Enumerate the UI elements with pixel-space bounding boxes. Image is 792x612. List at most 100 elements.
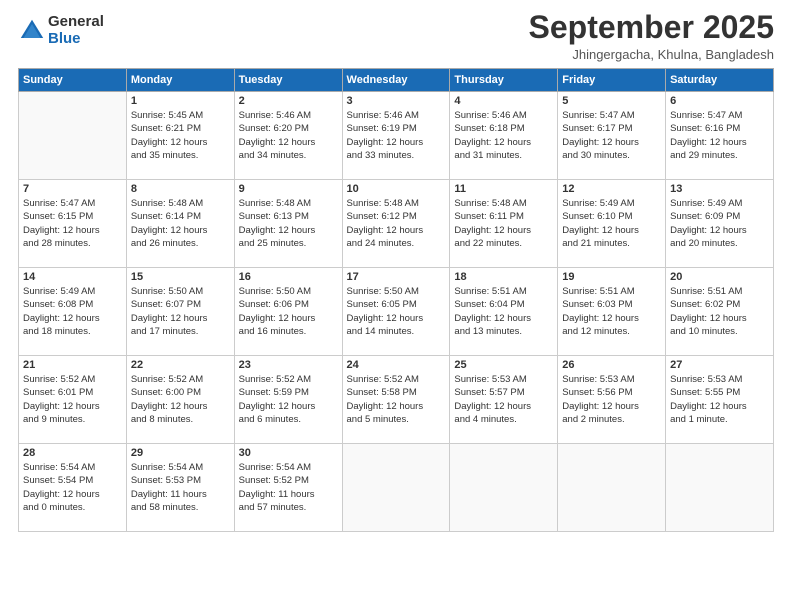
table-row: 3Sunrise: 5:46 AM Sunset: 6:19 PM Daylig… bbox=[342, 92, 450, 180]
day-number: 22 bbox=[131, 359, 230, 371]
day-info: Sunrise: 5:49 AM Sunset: 6:08 PM Dayligh… bbox=[23, 285, 122, 338]
day-number: 13 bbox=[670, 183, 769, 195]
table-row: 22 Sunrise: 5:52 AM Sunset: 6:00 PM Dayli… bbox=[126, 356, 234, 444]
page: General Blue September 2025 Jhingergacha… bbox=[0, 0, 792, 612]
day-info: Sunrise: 5:53 AM Sunset: 5:56 PM Dayligh… bbox=[562, 373, 661, 426]
header: General Blue September 2025 Jhingergacha… bbox=[18, 10, 774, 62]
day-number: 23 bbox=[239, 359, 338, 371]
table-row: 17 Sunrise: 5:50 AM Sunset: 6:05 PM Dayli… bbox=[342, 268, 450, 356]
table-row: 16Sunrise: 5:50 AM Sunset: 6:06 PM Dayli… bbox=[234, 268, 342, 356]
day-number: 2 bbox=[239, 95, 338, 107]
table-row: 26Sunrise: 5:53 AM Sunset: 5:56 PM Dayli… bbox=[558, 356, 666, 444]
logo-blue: Blue bbox=[48, 31, 104, 48]
day-info: Sunrise: 5:46 AM Sunset: 6:20 PM Dayligh… bbox=[239, 109, 338, 162]
day-number: 3 bbox=[347, 95, 446, 107]
day-info: Sunrise: 5:54 AM Sunset: 5:53 PM Dayligh… bbox=[131, 461, 230, 514]
table-row: 24 Sunrise: 5:52 AM Sunset: 5:58 PM Dayli… bbox=[342, 356, 450, 444]
calendar-week-row: 7 Sunrise: 5:47 AM Sunset: 6:15 PM Daylig… bbox=[19, 180, 774, 268]
table-row: 5Sunrise: 5:47 AM Sunset: 6:17 PM Daylig… bbox=[558, 92, 666, 180]
table-row: 19 Sunrise: 5:51 AM Sunset: 6:03 PM Dayli… bbox=[558, 268, 666, 356]
table-row bbox=[450, 444, 558, 532]
day-number: 21 bbox=[23, 359, 122, 371]
calendar-week-row: 28 Sunrise: 5:54 AM Sunset: 5:54 PM Dayli… bbox=[19, 444, 774, 532]
table-row: 25 Sunrise: 5:53 AM Sunset: 5:57 PM Dayli… bbox=[450, 356, 558, 444]
day-info: Sunrise: 5:54 AM Sunset: 5:54 PM Dayligh… bbox=[23, 461, 122, 514]
day-info: Sunrise: 5:49 AM Sunset: 6:09 PM Dayligh… bbox=[670, 197, 769, 250]
day-number: 17 bbox=[347, 271, 446, 283]
calendar-week-row: 14 Sunrise: 5:49 AM Sunset: 6:08 PM Dayli… bbox=[19, 268, 774, 356]
day-number: 4 bbox=[454, 95, 553, 107]
table-row: 11Sunrise: 5:48 AM Sunset: 6:11 PM Dayli… bbox=[450, 180, 558, 268]
day-number: 6 bbox=[670, 95, 769, 107]
day-info: Sunrise: 5:48 AM Sunset: 6:13 PM Dayligh… bbox=[239, 197, 338, 250]
day-info: Sunrise: 5:48 AM Sunset: 6:14 PM Dayligh… bbox=[131, 197, 230, 250]
logo: General Blue bbox=[18, 14, 104, 47]
day-number: 15 bbox=[131, 271, 230, 283]
calendar-header-row: Sunday Monday Tuesday Wednesday Thursday… bbox=[19, 69, 774, 92]
table-row: 6 Sunrise: 5:47 AM Sunset: 6:16 PM Daylig… bbox=[666, 92, 774, 180]
table-row: 20Sunrise: 5:51 AM Sunset: 6:02 PM Dayli… bbox=[666, 268, 774, 356]
day-info: Sunrise: 5:53 AM Sunset: 5:57 PM Dayligh… bbox=[454, 373, 553, 426]
col-wednesday: Wednesday bbox=[342, 69, 450, 92]
calendar-week-row: 21 Sunrise: 5:52 AM Sunset: 6:01 PM Dayli… bbox=[19, 356, 774, 444]
table-row bbox=[19, 92, 127, 180]
day-number: 5 bbox=[562, 95, 661, 107]
table-row bbox=[666, 444, 774, 532]
logo-text: General Blue bbox=[48, 14, 104, 47]
day-info: Sunrise: 5:45 AM Sunset: 6:21 PM Dayligh… bbox=[131, 109, 230, 162]
col-monday: Monday bbox=[126, 69, 234, 92]
table-row: 21 Sunrise: 5:52 AM Sunset: 6:01 PM Dayli… bbox=[19, 356, 127, 444]
calendar-week-row: 1 Sunrise: 5:45 AM Sunset: 6:21 PM Daylig… bbox=[19, 92, 774, 180]
day-number: 25 bbox=[454, 359, 553, 371]
day-info: Sunrise: 5:47 AM Sunset: 6:15 PM Dayligh… bbox=[23, 197, 122, 250]
col-saturday: Saturday bbox=[666, 69, 774, 92]
title-block: September 2025 Jhingergacha, Khulna, Ban… bbox=[529, 10, 774, 62]
day-info: Sunrise: 5:46 AM Sunset: 6:18 PM Dayligh… bbox=[454, 109, 553, 162]
col-sunday: Sunday bbox=[19, 69, 127, 92]
table-row: 10Sunrise: 5:48 AM Sunset: 6:12 PM Dayli… bbox=[342, 180, 450, 268]
day-info: Sunrise: 5:53 AM Sunset: 5:55 PM Dayligh… bbox=[670, 373, 769, 426]
day-number: 19 bbox=[562, 271, 661, 283]
logo-icon bbox=[18, 17, 46, 45]
day-number: 28 bbox=[23, 447, 122, 459]
day-number: 8 bbox=[131, 183, 230, 195]
table-row: 9Sunrise: 5:48 AM Sunset: 6:13 PM Daylig… bbox=[234, 180, 342, 268]
table-row: 8 Sunrise: 5:48 AM Sunset: 6:14 PM Daylig… bbox=[126, 180, 234, 268]
table-row: 28 Sunrise: 5:54 AM Sunset: 5:54 PM Dayli… bbox=[19, 444, 127, 532]
calendar-table: Sunday Monday Tuesday Wednesday Thursday… bbox=[18, 68, 774, 532]
day-info: Sunrise: 5:52 AM Sunset: 6:01 PM Dayligh… bbox=[23, 373, 122, 426]
day-info: Sunrise: 5:52 AM Sunset: 5:58 PM Dayligh… bbox=[347, 373, 446, 426]
table-row: 23Sunrise: 5:52 AM Sunset: 5:59 PM Dayli… bbox=[234, 356, 342, 444]
col-tuesday: Tuesday bbox=[234, 69, 342, 92]
day-info: Sunrise: 5:51 AM Sunset: 6:02 PM Dayligh… bbox=[670, 285, 769, 338]
day-number: 7 bbox=[23, 183, 122, 195]
table-row: 15Sunrise: 5:50 AM Sunset: 6:07 PM Dayli… bbox=[126, 268, 234, 356]
table-row: 18 Sunrise: 5:51 AM Sunset: 6:04 PM Dayli… bbox=[450, 268, 558, 356]
day-number: 16 bbox=[239, 271, 338, 283]
day-number: 24 bbox=[347, 359, 446, 371]
day-number: 30 bbox=[239, 447, 338, 459]
day-info: Sunrise: 5:49 AM Sunset: 6:10 PM Dayligh… bbox=[562, 197, 661, 250]
table-row: 7 Sunrise: 5:47 AM Sunset: 6:15 PM Daylig… bbox=[19, 180, 127, 268]
table-row: 27 Sunrise: 5:53 AM Sunset: 5:55 PM Dayli… bbox=[666, 356, 774, 444]
day-number: 11 bbox=[454, 183, 553, 195]
day-number: 29 bbox=[131, 447, 230, 459]
day-number: 14 bbox=[23, 271, 122, 283]
day-info: Sunrise: 5:50 AM Sunset: 6:05 PM Dayligh… bbox=[347, 285, 446, 338]
logo-general: General bbox=[48, 14, 104, 31]
day-info: Sunrise: 5:51 AM Sunset: 6:03 PM Dayligh… bbox=[562, 285, 661, 338]
day-info: Sunrise: 5:47 AM Sunset: 6:16 PM Dayligh… bbox=[670, 109, 769, 162]
col-thursday: Thursday bbox=[450, 69, 558, 92]
day-info: Sunrise: 5:52 AM Sunset: 6:00 PM Dayligh… bbox=[131, 373, 230, 426]
day-info: Sunrise: 5:51 AM Sunset: 6:04 PM Dayligh… bbox=[454, 285, 553, 338]
table-row bbox=[558, 444, 666, 532]
day-number: 1 bbox=[131, 95, 230, 107]
day-number: 27 bbox=[670, 359, 769, 371]
table-row: 30 Sunrise: 5:54 AM Sunset: 5:52 PM Dayli… bbox=[234, 444, 342, 532]
col-friday: Friday bbox=[558, 69, 666, 92]
day-number: 12 bbox=[562, 183, 661, 195]
day-info: Sunrise: 5:48 AM Sunset: 6:12 PM Dayligh… bbox=[347, 197, 446, 250]
table-row: 29 Sunrise: 5:54 AM Sunset: 5:53 PM Dayli… bbox=[126, 444, 234, 532]
day-number: 18 bbox=[454, 271, 553, 283]
day-info: Sunrise: 5:54 AM Sunset: 5:52 PM Dayligh… bbox=[239, 461, 338, 514]
